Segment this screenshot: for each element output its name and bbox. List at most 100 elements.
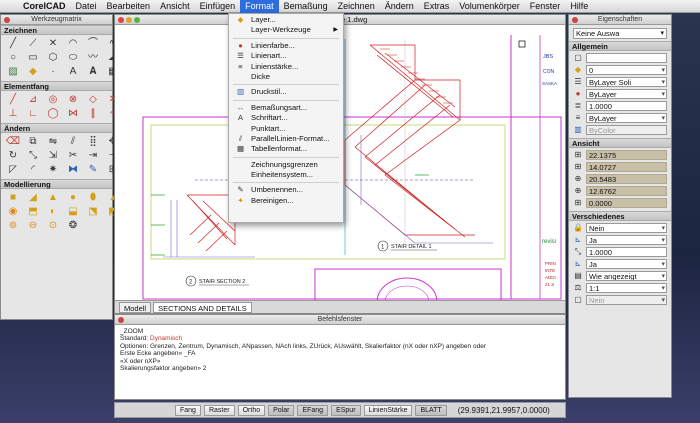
mtext-tool-icon[interactable]: 𝐀 bbox=[84, 65, 102, 78]
ltscale-field[interactable]: 1.0000 bbox=[586, 100, 667, 111]
status-linienstaerke-button[interactable]: LinienStärke bbox=[363, 404, 413, 416]
menu-item-linienfarbe[interactable]: ● Linienfarbe... bbox=[229, 41, 343, 51]
offset-tool-icon[interactable]: ⫽ bbox=[64, 135, 82, 148]
menu-item-bereinigen[interactable]: ✦ Bereinigen... bbox=[229, 196, 343, 206]
lineweight-field[interactable]: ByLayer bbox=[586, 112, 667, 123]
section-allgemein[interactable]: Allgemein bbox=[569, 41, 671, 51]
region-tool-icon[interactable]: ◆ bbox=[24, 65, 42, 78]
section-modellierung[interactable]: Modellierung bbox=[1, 179, 112, 189]
close-icon[interactable] bbox=[118, 317, 124, 323]
polygon-tool-icon[interactable]: ⬡ bbox=[44, 51, 62, 64]
section-verschiedenes[interactable]: Verschiedenes bbox=[569, 211, 671, 221]
snap-midpoint-icon[interactable]: ⊿ bbox=[24, 93, 42, 106]
arc2-tool-icon[interactable]: ⌒ bbox=[84, 37, 102, 50]
explode-tool-icon[interactable]: ✷ bbox=[44, 163, 62, 176]
mirror-tool-icon[interactable]: ⇋ bbox=[44, 135, 62, 148]
linetype-field[interactable]: ByLayer Soli bbox=[586, 76, 667, 87]
status-fang-button[interactable]: Fang bbox=[175, 404, 201, 416]
snap-insertion-icon[interactable]: ⊥ bbox=[4, 107, 22, 120]
snap-tangent-icon[interactable]: ◯ bbox=[44, 107, 62, 120]
menu-item-einheitensystem[interactable]: Einheitensystem... bbox=[229, 170, 343, 180]
rotate-tool-icon[interactable]: ↻ bbox=[4, 149, 22, 162]
rectangle-tool-icon[interactable]: ▭ bbox=[24, 51, 42, 64]
snap-center-icon[interactable]: ◎ bbox=[44, 93, 62, 106]
menu-item-bemassungsart[interactable]: ↔ Bemaßungsart... bbox=[229, 103, 343, 113]
misc-6-field[interactable]: 1:1 bbox=[586, 282, 667, 293]
extend-tool-icon[interactable]: ⇥ bbox=[84, 149, 102, 162]
command-history[interactable]: _ZOOM Standard: Dynamisch Optionen: Gren… bbox=[115, 325, 565, 372]
trim-tool-icon[interactable]: ✂ bbox=[64, 149, 82, 162]
menu-item-umbenennen[interactable]: ✎ Umbenennen... bbox=[229, 185, 343, 195]
text-tool-icon[interactable]: A bbox=[64, 65, 82, 78]
status-ortho-button[interactable]: Ortho bbox=[237, 404, 266, 416]
arc-tool-icon[interactable]: ◠ bbox=[64, 37, 82, 50]
ellipse-tool-icon[interactable]: ⬭ bbox=[64, 51, 82, 64]
layer-field[interactable]: 0 bbox=[586, 64, 667, 75]
menu-bemassung[interactable]: Bemaßung bbox=[279, 0, 333, 13]
hatch-tool-icon[interactable]: ▨ bbox=[4, 65, 22, 78]
menu-item-layer[interactable]: ◆ Layer... bbox=[229, 15, 343, 25]
status-efang-button[interactable]: EFang bbox=[297, 404, 329, 416]
menu-hilfe[interactable]: Hilfe bbox=[565, 0, 593, 13]
menu-ansicht[interactable]: Ansicht bbox=[155, 0, 195, 13]
section-elementfang[interactable]: Elementfang bbox=[1, 81, 112, 91]
misc-4-field[interactable]: Ja bbox=[586, 258, 667, 269]
subtract-solid-icon[interactable]: ⊖ bbox=[24, 219, 42, 232]
revolve-solid-icon[interactable]: ◐ bbox=[44, 205, 62, 218]
menu-fenster[interactable]: Fenster bbox=[525, 0, 566, 13]
snap-parallel-icon[interactable]: ∥ bbox=[84, 107, 102, 120]
section-ansicht[interactable]: Ansicht bbox=[569, 138, 671, 148]
edit-poly-tool-icon[interactable]: ✎ bbox=[84, 163, 102, 176]
section-zeichnen[interactable]: Zeichnen bbox=[1, 25, 112, 35]
snap-perpendicular-icon[interactable]: ∟ bbox=[24, 107, 42, 120]
menu-item-layer-werkzeuge[interactable]: Layer-Werkzeuge ▶ bbox=[229, 25, 343, 35]
snap-node-icon[interactable]: ⊗ bbox=[64, 93, 82, 106]
tab-sections-and-details[interactable]: SECTIONS AND DETAILS bbox=[153, 301, 252, 313]
point-tool-icon[interactable]: · bbox=[44, 65, 62, 78]
zoom-icon[interactable] bbox=[134, 17, 140, 23]
misc-1-field[interactable]: Nein bbox=[586, 222, 667, 233]
misc-5-field[interactable]: Wie angezeigt bbox=[586, 270, 667, 281]
array-tool-icon[interactable]: ⣿ bbox=[84, 135, 102, 148]
minimize-icon[interactable] bbox=[126, 17, 132, 23]
close-icon[interactable] bbox=[4, 17, 10, 23]
menu-item-linienart[interactable]: ☰ Linienart... bbox=[229, 51, 343, 61]
wedge-solid-icon[interactable]: ◢ bbox=[24, 191, 42, 204]
loft-solid-icon[interactable]: ⬔ bbox=[84, 205, 102, 218]
menu-zeichnen[interactable]: Zeichnen bbox=[333, 0, 380, 13]
pyramid-solid-icon[interactable]: ▲ bbox=[44, 191, 62, 204]
menu-item-zeichnungsgrenzen[interactable]: Zeichnungsgrenzen bbox=[229, 160, 343, 170]
menu-item-tabellenformat[interactable]: ▦ Tabellenformat... bbox=[229, 144, 343, 154]
polyline-tool-icon[interactable]: ⟋ bbox=[24, 37, 42, 50]
freehand-tool-icon[interactable]: 〰 bbox=[84, 51, 102, 64]
menu-format[interactable]: Format bbox=[240, 0, 279, 13]
status-blatt-button[interactable]: BLATT bbox=[415, 404, 447, 416]
xline-tool-icon[interactable]: ✕ bbox=[44, 37, 62, 50]
menu-aendern[interactable]: Ändern bbox=[380, 0, 419, 13]
copy-tool-icon[interactable]: ⧉ bbox=[24, 135, 42, 148]
sphere-solid-icon[interactable]: ● bbox=[64, 191, 82, 204]
join-tool-icon[interactable]: ⧓ bbox=[64, 163, 82, 176]
menu-item-schriftart[interactable]: A Schriftart... bbox=[229, 113, 343, 123]
scale-tool-icon[interactable]: ⤡ bbox=[24, 149, 42, 162]
status-polar-button[interactable]: Polar bbox=[268, 404, 295, 416]
linecolor-field[interactable]: ByLayer bbox=[586, 88, 667, 99]
snap-endpoint-icon[interactable]: ╱ bbox=[4, 93, 22, 106]
circle-tool-icon[interactable]: ○ bbox=[4, 51, 22, 64]
menu-item-linienstaerke[interactable]: ≡ Linienstärke... bbox=[229, 62, 343, 72]
menu-extras[interactable]: Extras bbox=[419, 0, 455, 13]
fillet-tool-icon[interactable]: ◜ bbox=[24, 163, 42, 176]
stretch-tool-icon[interactable]: ⇲ bbox=[44, 149, 62, 162]
menu-item-punktart[interactable]: Punktart... bbox=[229, 124, 343, 134]
menu-item-dicke[interactable]: Dicke bbox=[229, 72, 343, 82]
extrude-solid-icon[interactable]: ⬒ bbox=[24, 205, 42, 218]
cylinder-solid-icon[interactable]: ⬮ bbox=[84, 191, 102, 204]
menu-einfuegen[interactable]: Einfügen bbox=[195, 0, 241, 13]
menu-volumenkoerper[interactable]: Volumenkörper bbox=[454, 0, 525, 13]
tab-modell[interactable]: Modell bbox=[119, 301, 152, 313]
snap-quadrant-icon[interactable]: ◇ bbox=[84, 93, 102, 106]
sweep-solid-icon[interactable]: ⬓ bbox=[64, 205, 82, 218]
chamfer-tool-icon[interactable]: ◸ bbox=[4, 163, 22, 176]
union-solid-icon[interactable]: ⊚ bbox=[4, 219, 22, 232]
misc-3-field[interactable]: 1.0000 bbox=[586, 246, 667, 257]
